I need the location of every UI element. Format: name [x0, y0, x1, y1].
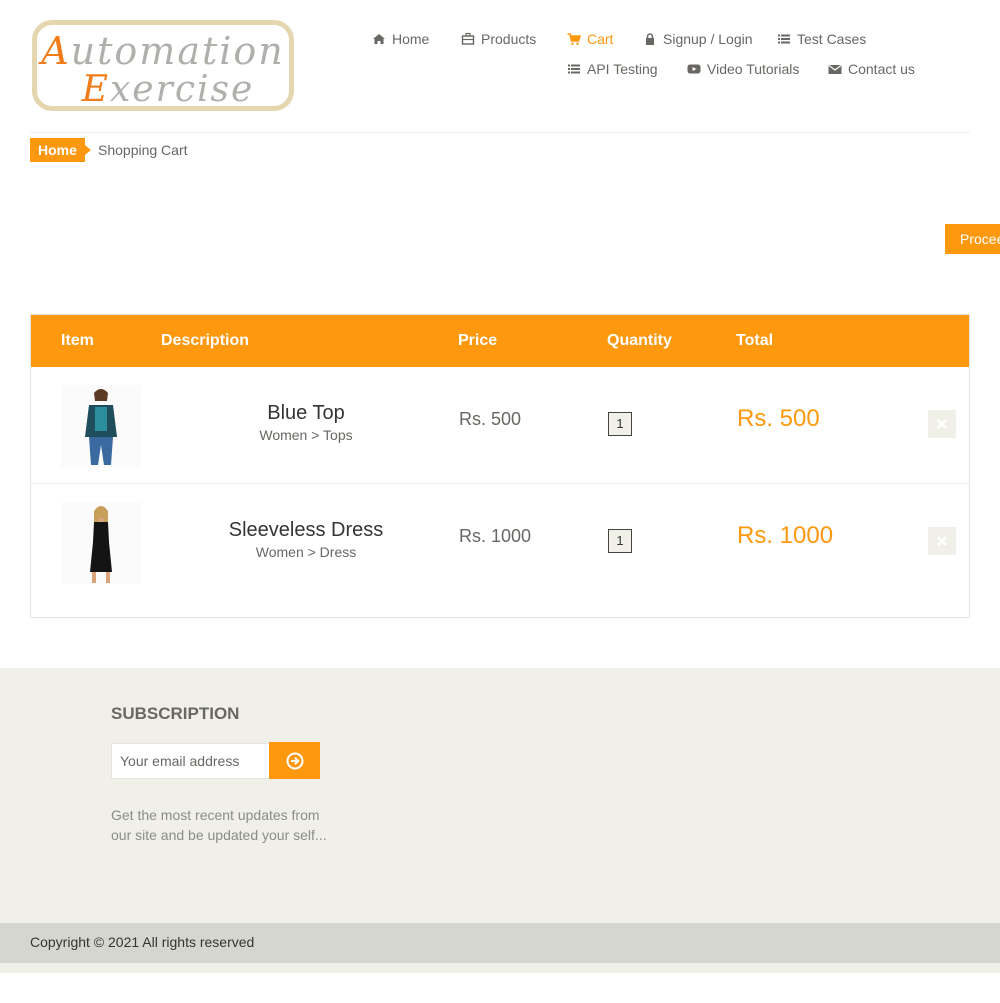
- nav-signup-login[interactable]: Signup / Login: [643, 31, 753, 47]
- column-header-description: Description: [161, 332, 250, 349]
- youtube-play-icon: [687, 64, 701, 74]
- product-category: Women > Dress: [255, 544, 357, 560]
- row-total: Rs. 1000: [737, 522, 834, 549]
- breadcrumb-current: Shopping Cart: [98, 142, 188, 158]
- subscription-email-input[interactable]: [111, 743, 270, 779]
- product-image[interactable]: [61, 385, 141, 467]
- arrow-circle-right-icon: [286, 752, 303, 769]
- nav-test-cases[interactable]: Test Cases: [777, 31, 866, 47]
- product-category: Women > Tops: [259, 427, 353, 443]
- column-header-quantity: Quantity: [607, 332, 672, 349]
- nav-api-testing[interactable]: API Testing: [567, 61, 658, 77]
- column-header-total: Total: [736, 332, 774, 349]
- lock-icon: [646, 33, 654, 45]
- delete-item-button[interactable]: [928, 527, 956, 555]
- row-total: Rs. 500: [737, 405, 820, 432]
- product-name-link[interactable]: Blue Top: [201, 402, 411, 425]
- nav-products[interactable]: Products: [461, 31, 536, 47]
- products-icon: [461, 32, 475, 45]
- copyright-text: Copyright © 2021 All rights reserved: [30, 934, 255, 950]
- proceed-to-checkout-button[interactable]: Proceed To Checkout: [945, 224, 1000, 277]
- column-header-price: Price: [458, 332, 498, 349]
- column-header-item: Item: [61, 332, 94, 349]
- site-logo[interactable]: Automation Exercise: [32, 20, 294, 111]
- nav-contact-us[interactable]: Contact us: [828, 61, 915, 77]
- close-icon: [937, 418, 947, 429]
- subscription-heading: SUBSCRIPTION: [111, 704, 240, 723]
- quantity-field[interactable]: 1: [608, 412, 632, 436]
- home-icon: [373, 34, 385, 44]
- subscribe-button[interactable]: [269, 742, 320, 779]
- quantity-field[interactable]: 1: [608, 529, 632, 553]
- breadcrumb-home[interactable]: Home: [30, 138, 91, 162]
- subscription-note: Get the most recent updates from our sit…: [111, 807, 327, 843]
- product-price: Rs. 500: [459, 409, 522, 429]
- main-nav: Home Products Cart Signup / Login Test C…: [372, 31, 972, 91]
- nav-video-tutorials[interactable]: Video Tutorials: [687, 61, 799, 77]
- header-divider: [30, 132, 970, 133]
- list-icon: [568, 64, 580, 74]
- footer-tail: [0, 963, 1000, 973]
- product-description: Blue Top Women > Tops: [201, 402, 411, 443]
- cart-icon: [567, 33, 581, 45]
- product-name-link[interactable]: Sleeveless Dress: [201, 519, 411, 542]
- table-row: Sleeveless Dress Women > Dress Rs. 1000 …: [31, 483, 969, 599]
- nav-home[interactable]: Home: [372, 31, 429, 47]
- product-price: Rs. 1000: [459, 526, 532, 546]
- envelope-icon: [828, 64, 842, 74]
- product-description: Sleeveless Dress Women > Dress: [201, 519, 411, 560]
- delete-item-button[interactable]: [928, 410, 956, 438]
- product-image[interactable]: [61, 502, 141, 584]
- nav-cart[interactable]: Cart: [567, 31, 613, 47]
- cart-table-header: Item Description Price Quantity Total: [31, 315, 969, 367]
- cart-table: Item Description Price Quantity Total Bl…: [30, 314, 970, 618]
- list-icon: [778, 34, 790, 44]
- close-icon: [937, 535, 947, 546]
- table-row: Blue Top Women > Tops Rs. 500 1 Rs. 500: [31, 367, 969, 483]
